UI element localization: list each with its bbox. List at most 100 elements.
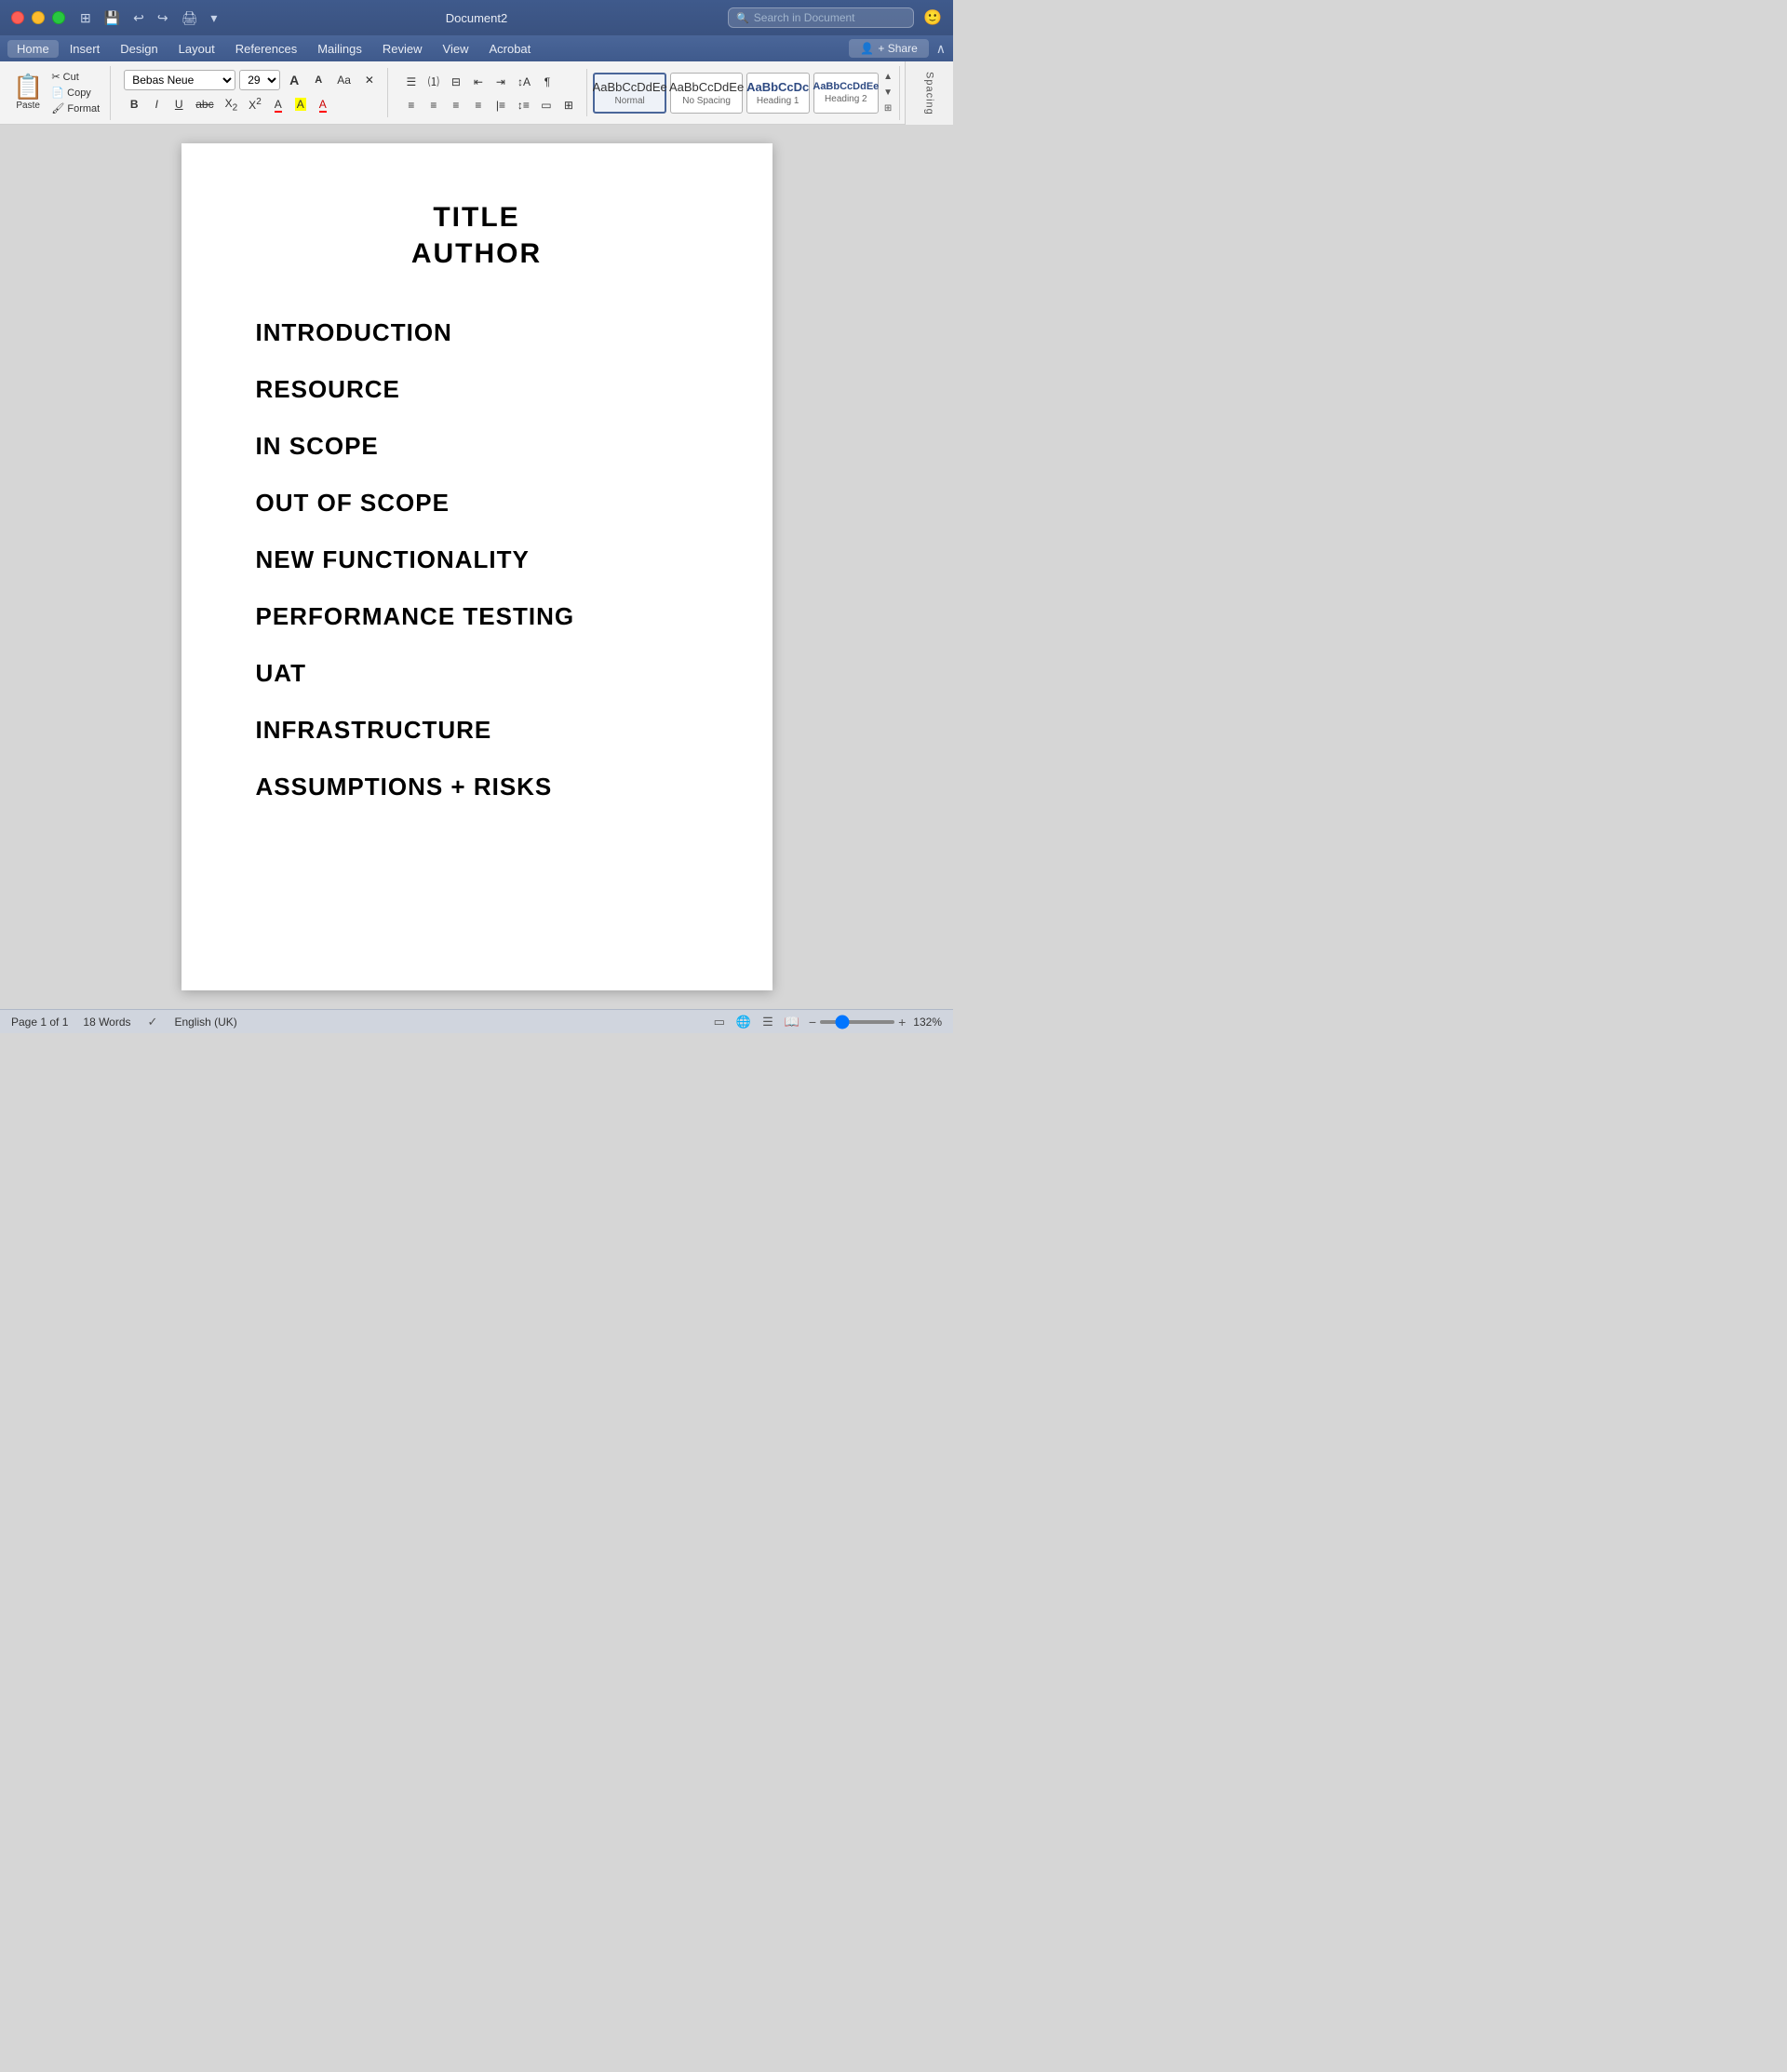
doc-heading-2: IN SCOPE — [256, 432, 698, 461]
search-input[interactable] — [754, 11, 906, 24]
web-layout-view[interactable]: 🌐 — [734, 1015, 753, 1029]
cut-button[interactable]: ✂ Cut — [48, 70, 102, 84]
justify-button[interactable]: ≡ — [468, 96, 489, 114]
ribbon-collapse-button[interactable]: ∧ — [936, 41, 946, 57]
menu-right: 👤 + Share ∧ — [849, 39, 946, 58]
menu-item-acrobat[interactable]: Acrobat — [479, 40, 540, 58]
style-h2-label: Heading 2 — [825, 94, 867, 104]
style-normal-preview: AaBbCcDdEe — [593, 80, 667, 94]
zoom-control: − + — [809, 1016, 906, 1029]
close-button[interactable] — [11, 11, 24, 24]
italic-button[interactable]: I — [146, 95, 167, 114]
zoom-out-button[interactable]: − — [809, 1016, 816, 1029]
numbering-button[interactable]: ⑴ — [423, 71, 444, 92]
doc-heading-1: RESOURCE — [256, 375, 698, 404]
text-color-button[interactable]: A — [313, 95, 333, 114]
menu-item-design[interactable]: Design — [111, 40, 167, 58]
menu-item-layout[interactable]: Layout — [169, 40, 224, 58]
emoji-button[interactable]: 🙂 — [923, 8, 942, 27]
clear-formatting-button[interactable]: ✕ — [359, 71, 380, 89]
font-size-select[interactable]: 29 — [239, 70, 280, 90]
menu-item-references[interactable]: References — [226, 40, 306, 58]
language: English (UK) — [174, 1016, 236, 1029]
style-heading2[interactable]: AaBbCcDdEe Heading 2 — [813, 73, 880, 114]
align-center-button[interactable]: ≡ — [423, 96, 444, 114]
outline-view[interactable]: ☰ — [760, 1015, 775, 1029]
undo-icon[interactable]: ↩ — [129, 8, 148, 28]
style-normal[interactable]: AaBbCcDdEe Normal — [593, 73, 666, 114]
font-row1: Bebas Neue 29 A A Aa ✕ — [124, 70, 380, 90]
style-heading1[interactable]: AaBbCcDc Heading 1 — [746, 73, 810, 114]
line-spacing-button[interactable]: ↕≡ — [513, 96, 534, 114]
menu-bar: Home Insert Design Layout References Mai… — [0, 35, 953, 61]
sidebar-toggle-icon[interactable]: ⊞ — [76, 8, 95, 28]
menu-item-insert[interactable]: Insert — [60, 40, 110, 58]
doc-heading-0: INTRODUCTION — [256, 318, 698, 347]
zoom-in-button[interactable]: + — [898, 1016, 906, 1029]
read-mode-view[interactable]: 📖 — [783, 1015, 801, 1029]
styles-more[interactable]: ⊞ — [882, 102, 894, 114]
highlight-button[interactable]: A — [290, 95, 311, 114]
bullets-button[interactable]: ☰ — [401, 71, 422, 92]
borders-button[interactable]: ⊞ — [558, 96, 579, 114]
status-bar-right: ▭ 🌐 ☰ 📖 − + 132% — [712, 1015, 942, 1029]
save-icon[interactable]: 💾 — [101, 8, 124, 28]
share-button[interactable]: 👤 + Share — [849, 39, 928, 58]
sort-button[interactable]: ↕A — [513, 71, 535, 92]
styles-pane-button[interactable]: ¶ StylesPane — [899, 66, 946, 120]
column-break-button[interactable]: |≡ — [490, 96, 511, 114]
traffic-lights — [11, 11, 65, 24]
style-h1-preview: AaBbCcDc — [746, 80, 809, 94]
styles-section: AaBbCcDdEe Normal AaBbCcDdEe No Spacing … — [593, 71, 894, 114]
superscript-button[interactable]: X2 — [244, 94, 266, 114]
align-left-button[interactable]: ≡ — [401, 96, 422, 114]
strikethrough-button[interactable]: abc — [191, 95, 218, 114]
align-right-button[interactable]: ≡ — [446, 96, 466, 114]
underline-button[interactable]: U — [168, 95, 189, 114]
doc-heading-8: ASSUMPTIONS + RISKS — [256, 773, 698, 801]
zoom-slider[interactable] — [820, 1020, 894, 1024]
doc-author: AUTHOR — [256, 235, 698, 272]
format-painter-button[interactable]: 🖌 Format — [48, 101, 102, 115]
menu-item-review[interactable]: Review — [373, 40, 432, 58]
menu-item-home[interactable]: Home — [7, 40, 59, 58]
menu-item-mailings[interactable]: Mailings — [308, 40, 371, 58]
more-icon[interactable]: ▾ — [207, 8, 221, 28]
print-layout-view[interactable]: ▭ — [712, 1015, 727, 1029]
title-bar: ⊞ 💾 ↩ ↪ 🖨 ▾ Document2 🔍 🙂 — [0, 0, 953, 35]
minimize-button[interactable] — [32, 11, 45, 24]
increase-indent-button[interactable]: ⇥ — [490, 71, 511, 92]
page-count: Page 1 of 1 — [11, 1016, 68, 1029]
style-h1-label: Heading 1 — [757, 96, 799, 106]
subscript-button[interactable]: X2 — [221, 94, 243, 115]
decrease-indent-button[interactable]: ⇤ — [468, 71, 489, 92]
font-name-select[interactable]: Bebas Neue — [124, 70, 235, 90]
font-shrink-button[interactable]: A — [308, 72, 329, 88]
font-grow-button[interactable]: A — [284, 70, 304, 90]
styles-scroll-up[interactable]: ▲ — [882, 71, 894, 83]
document[interactable]: TITLE AUTHOR INTRODUCTION RESOURCE IN SC… — [181, 143, 773, 990]
styles-pane-icon: ¶ — [910, 69, 936, 95]
doc-heading-4: NEW FUNCTIONALITY — [256, 545, 698, 574]
bold-button[interactable]: B — [124, 95, 144, 114]
proofing-icon[interactable]: ✓ — [146, 1015, 160, 1029]
style-no-spacing[interactable]: AaBbCcDdEe No Spacing — [670, 73, 742, 114]
style-nospace-label: No Spacing — [682, 96, 731, 106]
styles-pane-label: StylesPane — [910, 97, 935, 117]
redo-icon[interactable]: ↪ — [154, 8, 172, 28]
multilevel-list-button[interactable]: ⊟ — [446, 71, 466, 92]
menu-item-view[interactable]: View — [434, 40, 478, 58]
change-case-button[interactable]: Aa — [332, 71, 356, 89]
maximize-button[interactable] — [52, 11, 65, 24]
show-marks-button[interactable]: ¶ — [537, 71, 558, 92]
zoom-percent: 132% — [913, 1016, 942, 1029]
search-bar[interactable]: 🔍 — [728, 7, 914, 28]
print-icon[interactable]: 🖨 — [178, 8, 202, 28]
font-color-button[interactable]: A — [268, 95, 289, 114]
doc-heading-5: PERFORMANCE TESTING — [256, 602, 698, 631]
shading-button[interactable]: ▭ — [536, 96, 557, 114]
window-title: Document2 — [446, 11, 507, 25]
styles-scroll-down[interactable]: ▼ — [882, 87, 894, 99]
paste-button[interactable]: 📋 Paste — [9, 66, 47, 120]
copy-button[interactable]: 📄 Copy — [48, 86, 102, 100]
